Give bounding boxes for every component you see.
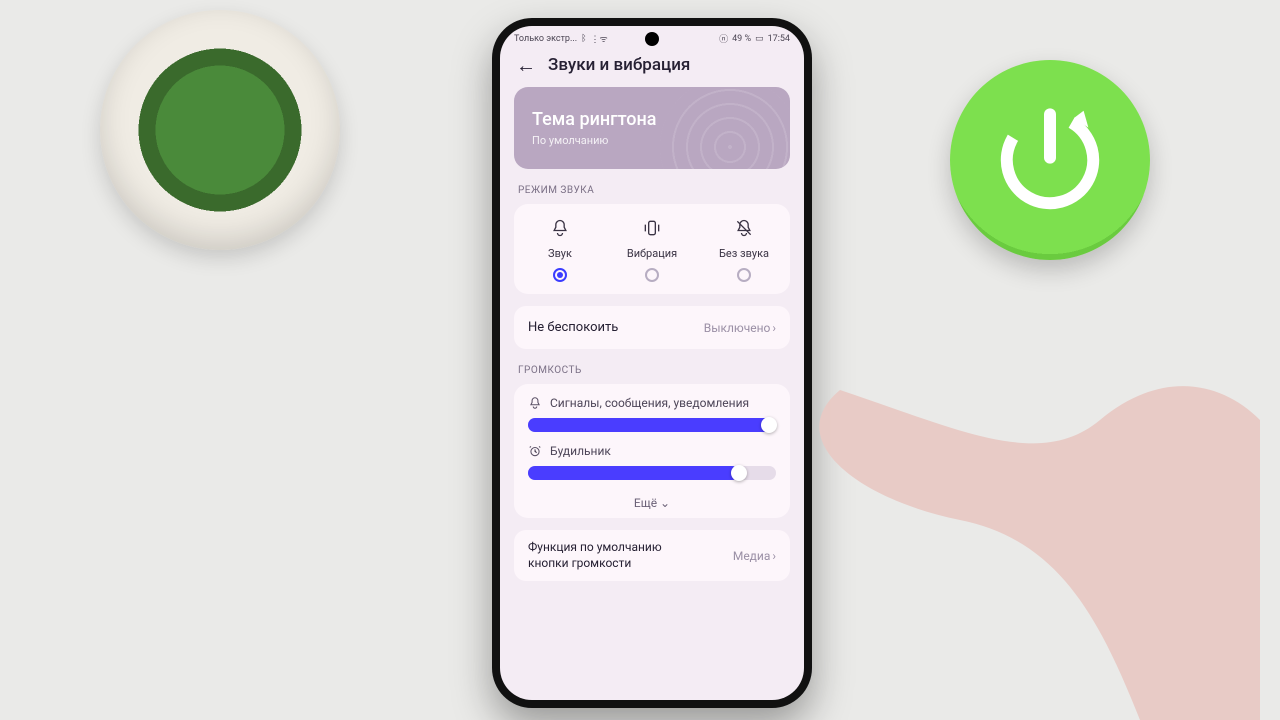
bell-small-icon (528, 396, 542, 410)
title-bar: ← Звуки и вибрация (500, 47, 804, 87)
dnd-value: Выключено (704, 321, 771, 335)
volume-alarm: Будильник (528, 444, 776, 480)
mode-sound-label: Звук (514, 247, 605, 260)
sound-mode-card: Звук Вибрация Без звука (514, 204, 790, 294)
volume-key-label: Функция по умолчанию кнопки громкости (528, 540, 698, 571)
battery-percent: 49 % (732, 34, 751, 44)
volume-key-value: Медиа (733, 549, 771, 563)
bluetooth-icon: ᛒ (581, 34, 586, 44)
mode-vibrate-radio[interactable] (645, 268, 659, 282)
carrier-text: Только экстр... (514, 34, 577, 44)
battery-icon: ▭ (755, 34, 764, 44)
ringtone-theme-subtitle: По умолчанию (532, 134, 772, 147)
ringtone-theme-card[interactable]: Тема рингтона По умолчанию (514, 87, 790, 169)
volume-key-row[interactable]: Функция по умолчанию кнопки громкости Ме… (514, 530, 790, 581)
volume-more-label: Ещё (634, 496, 657, 510)
page-title: Звуки и вибрация (548, 55, 690, 75)
camera-notch (645, 32, 659, 46)
bell-icon (514, 218, 605, 243)
alarm-icon (528, 444, 542, 458)
chevron-down-icon: ⌄ (660, 496, 670, 510)
volume-more[interactable]: Ещё ⌄ (528, 492, 776, 510)
volume-section-label: ГРОМКОСТЬ (518, 365, 786, 376)
volume-alarm-label: Будильник (550, 444, 611, 458)
mode-sound[interactable]: Звук (514, 218, 605, 282)
clock: 17:54 (768, 34, 790, 44)
volume-card: Сигналы, сообщения, уведомления Будильни… (514, 384, 790, 518)
mode-silent[interactable]: Без звука (698, 218, 789, 282)
dnd-row[interactable]: Не беспокоить Выключено › (514, 306, 790, 349)
mode-silent-label: Без звука (698, 247, 789, 260)
bell-off-icon (698, 218, 789, 243)
phone-screen: Только экстр... ᛒ ⋮ᯤ ⓝ 49 % ▭ 17:54 ← Зв… (500, 26, 804, 700)
volume-alarm-slider[interactable] (528, 466, 776, 480)
vibrate-icon (606, 218, 697, 243)
mode-vibrate[interactable]: Вибрация (606, 218, 697, 282)
volume-notifications-label: Сигналы, сообщения, уведомления (550, 396, 749, 410)
decor-plant (100, 10, 340, 250)
phone-frame: Только экстр... ᛒ ⋮ᯤ ⓝ 49 % ▭ 17:54 ← Зв… (492, 18, 812, 708)
chevron-right-icon: › (772, 321, 776, 335)
power-icon (990, 100, 1110, 220)
wifi-icon: ⋮ᯤ (590, 32, 607, 45)
decor-hand (800, 300, 1260, 720)
mode-vibrate-label: Вибрация (606, 247, 697, 260)
mode-silent-radio[interactable] (737, 268, 751, 282)
nfc-icon: ⓝ (719, 32, 728, 45)
back-icon[interactable]: ← (516, 55, 536, 75)
dnd-label: Не беспокоить (528, 320, 618, 335)
volume-notifications: Сигналы, сообщения, уведомления (528, 396, 776, 432)
sound-mode-section-label: РЕЖИМ ЗВУКА (518, 185, 786, 196)
chevron-right-icon-2: › (772, 549, 776, 563)
volume-notifications-slider[interactable] (528, 418, 776, 432)
ringtone-theme-title: Тема рингтона (532, 109, 772, 130)
decor-power-disc (950, 60, 1150, 260)
mode-sound-radio[interactable] (553, 268, 567, 282)
